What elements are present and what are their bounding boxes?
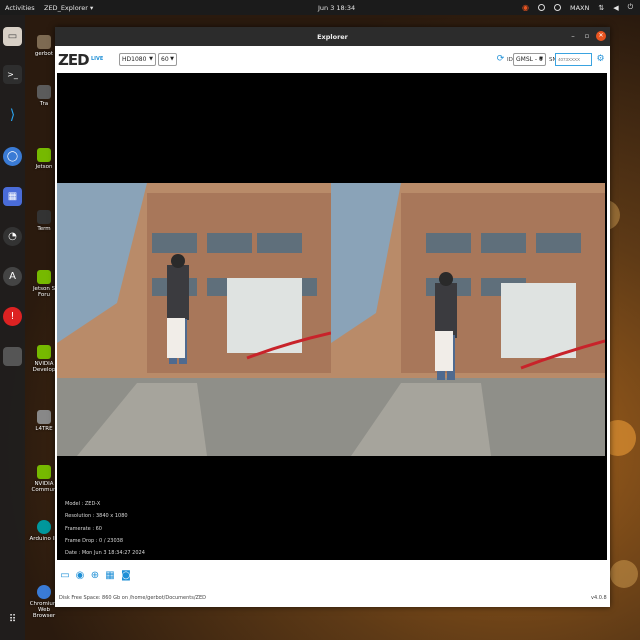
app-icon[interactable] [3, 347, 22, 366]
desktop-icon-label: NVIDIA Develop [32, 361, 56, 373]
refresh-icon[interactable]: ⟳ [495, 54, 506, 65]
desktop: Activities ZED_Explorer ▾ Jun 3 18:34 ◉ … [0, 0, 640, 640]
desktop-icon-label: Jetson [35, 164, 53, 170]
alert-icon[interactable]: ! [3, 307, 22, 326]
top-bar: Activities ZED_Explorer ▾ Jun 3 18:34 ◉ … [0, 0, 640, 15]
arduino-app-icon[interactable]: A [3, 267, 22, 286]
wallpaper-bokeh [610, 560, 638, 588]
folder-icon[interactable]: ▭ [59, 570, 71, 582]
chevron-down-icon: ▼ [149, 56, 153, 62]
activities-button[interactable]: Activities [5, 4, 35, 12]
chevron-down-icon: ▼ [539, 56, 543, 62]
obs-icon[interactable]: ◔ [3, 227, 22, 246]
nvidia-icon[interactable]: ◉ [522, 3, 529, 12]
system-tray[interactable]: ◉ MAXN ⇅ ◀ ⏻ [522, 3, 633, 12]
app-menu[interactable]: ZED_Explorer ▾ [44, 4, 93, 12]
desktop-icon-label: Chromium Web Browser [29, 601, 59, 619]
left-camera-image [57, 183, 331, 456]
stream-icon[interactable]: ◉ [74, 570, 86, 582]
info-model: Model : ZED-X [65, 501, 101, 507]
info-date: Date : Mon Jun 3 18:34:27 2024 [65, 550, 145, 557]
serial-number-input[interactable] [555, 53, 592, 66]
version-label: v4.0.8 [591, 595, 607, 601]
power-mode-label[interactable]: MAXN [570, 4, 589, 12]
editor-icon[interactable]: ▦ [3, 187, 22, 206]
info-framerate: Framerate : 60 [65, 525, 102, 532]
zed-logo: ZED [58, 51, 90, 69]
video-view[interactable]: Model : ZED-X Resolution : 3840 x 1080 F… [57, 73, 607, 560]
camera-id-select[interactable]: GMSL - 0 ▼ [513, 53, 546, 66]
network-icon[interactable]: ⇅ [598, 4, 604, 12]
desktop-icon-label: NVIDIA Commun [31, 481, 57, 493]
chromium-icon[interactable]: ◯ [3, 147, 22, 166]
info-frame-drop: Frame Drop : 0 / 23038 [65, 537, 124, 544]
chevron-down-icon: ▼ [170, 56, 174, 62]
desktop-icon-label: Term [37, 226, 51, 232]
depth-icon[interactable]: ⊕ [89, 570, 101, 582]
power-icon[interactable]: ⏻ [628, 3, 634, 12]
power-mode-icon[interactable] [553, 4, 561, 11]
id-label: ID [507, 57, 513, 63]
desktop-icon-label: L4TRE [35, 426, 53, 432]
minimize-icon[interactable]: – [568, 31, 578, 41]
live-badge: LIVE [91, 56, 104, 62]
dock: ▭ >_ ⟩ ◯ ▦ ◔ A ! ⠿ [0, 15, 25, 640]
fps-select[interactable]: 60 ▼ [158, 53, 177, 66]
resolution-select[interactable]: HD1080 ▼ [119, 53, 156, 66]
clock[interactable]: Jun 3 18:34 [318, 4, 355, 12]
show-apps-icon[interactable]: ⠿ [3, 610, 22, 629]
vscode-icon[interactable]: ⟩ [3, 105, 22, 124]
info-resolution: Resolution : 3840 x 1080 [65, 513, 128, 520]
fps-value: 60 [161, 56, 169, 63]
snapshot-icon[interactable]: ◙ [120, 570, 132, 582]
explorer-window: Explorer – ▫ ✕ ZED LIVE HD1080 ▼ 60 ▼ ⟳ ID… [55, 27, 610, 607]
title-bar[interactable]: Explorer – ▫ ✕ [55, 27, 610, 46]
bottom-bar: ▭ ◉ ⊕ ▦ ◙ Disk Free Space: 860 Gb on /ho… [55, 560, 610, 607]
desktop-icon-label: Tra [39, 101, 49, 107]
desktop-icon-label: gerbot [34, 51, 54, 57]
disk-free-space: Disk Free Space: 860 Gb on /home/gerbot/… [59, 595, 206, 601]
right-camera-image [331, 183, 605, 456]
settings-icon[interactable]: ⚙ [595, 54, 606, 65]
window-title: Explorer [317, 33, 348, 41]
camera-info: Model : ZED-X Resolution : 3840 x 1080 F… [65, 498, 145, 559]
terminal-icon[interactable]: >_ [3, 65, 22, 84]
files-icon[interactable]: ▭ [3, 27, 22, 46]
resolution-value: HD1080 [122, 56, 147, 63]
record-icon[interactable]: ▦ [104, 570, 116, 582]
desktop-icon-label: Jetson S Foru [32, 286, 56, 298]
toolbar: ZED LIVE HD1080▼ 60▼ ⟳ ID GMSL - 0▼ SN ⚙ [55, 46, 610, 73]
volume-icon[interactable]: ◀ [613, 4, 618, 12]
close-icon[interactable]: ✕ [596, 31, 606, 41]
status-icon[interactable] [537, 4, 545, 11]
maximize-icon[interactable]: ▫ [582, 31, 592, 41]
